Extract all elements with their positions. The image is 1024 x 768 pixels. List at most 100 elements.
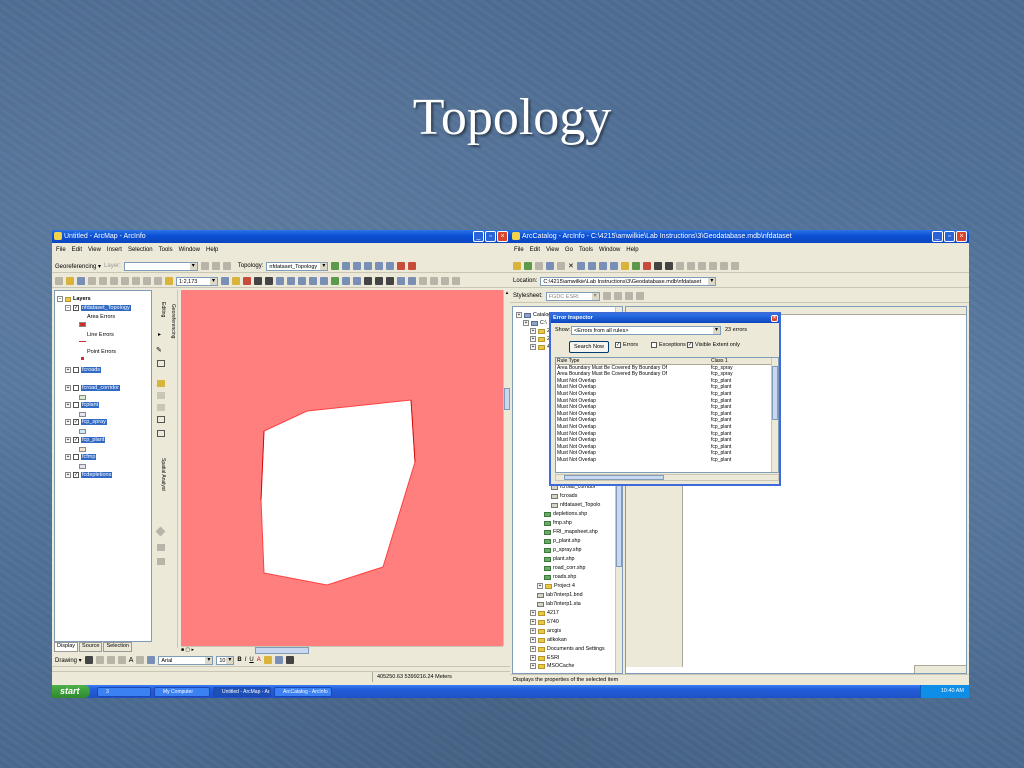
identify-icon[interactable] [386, 277, 394, 285]
maximize-icon[interactable]: ▫ [944, 231, 955, 242]
error-row[interactable]: Must Not Overlap fcp_plant [556, 391, 778, 398]
pan-icon[interactable] [320, 277, 328, 285]
map-horizontal-scrollbar[interactable]: ■ ▢ ▸ [181, 646, 503, 654]
delete-icon[interactable] [132, 277, 140, 285]
minimize-icon[interactable]: _ [932, 231, 943, 242]
bold-icon[interactable]: B [237, 657, 241, 663]
tree-item[interactable]: lab7interp1.bnd [537, 592, 583, 598]
menu-tools[interactable]: Tools [579, 245, 593, 256]
close-icon[interactable]: × [497, 231, 508, 242]
connect-folder-icon[interactable] [524, 262, 532, 270]
map-display[interactable] [181, 290, 503, 646]
toc-layer[interactable]: + fcroad_corridor [65, 385, 120, 391]
tree-item[interactable]: p_plant.shp [544, 538, 580, 544]
expand-icon[interactable]: + [530, 646, 536, 652]
gray-icon[interactable] [155, 526, 166, 537]
layout-view-buttons[interactable]: ■ ▢ ▸ [181, 647, 203, 654]
expand-icon[interactable]: + [530, 610, 536, 616]
error-row[interactable]: Must Not Overlap fcp_plant [556, 378, 778, 385]
error-row[interactable]: Must Not Overlap fcp_plant [556, 431, 778, 438]
font-combo[interactable]: Arial [158, 655, 214, 665]
edit-metadata-icon[interactable] [602, 292, 611, 300]
error-row[interactable]: Must Not Overlap fcp_plant [556, 457, 778, 464]
model-builder-icon[interactable] [653, 262, 662, 270]
layer-combo[interactable] [123, 261, 198, 271]
menu-help[interactable]: Help [626, 245, 638, 256]
forward-extent-icon[interactable] [353, 277, 361, 285]
menu-selection[interactable]: Selection [128, 245, 153, 256]
selected-polygon[interactable] [260, 399, 416, 586]
tab-display[interactable]: Display [54, 642, 79, 652]
error-row[interactable]: Area Boundary Must Be Covered By Boundar… [556, 365, 778, 372]
paste-icon[interactable] [557, 262, 565, 270]
task-arccatalog[interactable]: ArcCatalog - ArcInfo ... [274, 686, 332, 697]
scroll-thumb[interactable] [772, 366, 778, 420]
tree-item[interactable]: depletions.shp [544, 511, 587, 517]
add-control-points-icon[interactable] [222, 262, 231, 270]
error-row[interactable]: Must Not Overlap fcp_plant [556, 411, 778, 418]
expand-icon[interactable]: + [530, 344, 536, 350]
menu-window[interactable]: Window [179, 245, 200, 256]
tree-item[interactable]: + Documents and Settings [530, 646, 605, 652]
map-vertical-scrollbar[interactable]: ▴ [503, 290, 510, 646]
stylesheet-combo[interactable]: FGDC ESRI [545, 291, 600, 301]
collapse-icon[interactable]: − [57, 296, 63, 302]
tree-item[interactable]: road_corr.shp [544, 565, 585, 571]
import-metadata-icon[interactable] [624, 292, 633, 300]
zoom-in-icon[interactable] [675, 262, 684, 270]
georeferencing-menu[interactable]: Georeferencing ▾ [55, 263, 101, 270]
italic-icon[interactable]: I [245, 657, 247, 663]
visible-extent-option[interactable]: ✓ Visible Extent only [687, 342, 740, 348]
tree-item[interactable]: + arcgis [530, 628, 561, 634]
font-color-icon[interactable]: A [257, 657, 261, 663]
open-icon[interactable] [66, 277, 74, 285]
whats-this-icon[interactable] [265, 277, 273, 285]
tree-item[interactable]: +5740 [530, 619, 559, 625]
select-elements-icon[interactable] [375, 277, 383, 285]
tab-selection[interactable]: Selection [103, 642, 133, 652]
error-inspector-titlebar[interactable]: Error Inspector × [551, 314, 779, 323]
topology-edit-icon[interactable] [353, 262, 362, 270]
expand-icon[interactable]: + [65, 437, 71, 443]
redo-icon[interactable] [154, 277, 162, 285]
error-row[interactable]: Must Not Overlap fcp_plant [556, 384, 778, 391]
gray-icon[interactable] [157, 544, 165, 551]
exceptions-checkbox[interactable] [651, 342, 657, 348]
column-header-rule-type[interactable]: Rule Type [556, 358, 710, 364]
menu-edit[interactable]: Edit [530, 245, 540, 256]
scroll-thumb[interactable] [564, 475, 664, 480]
error-row[interactable]: Must Not Overlap fcp_plant [556, 417, 778, 424]
toc-layer[interactable]: + fcroads [65, 367, 102, 373]
task-folder-3[interactable]: 3 [97, 686, 151, 697]
expand-icon[interactable]: + [523, 320, 529, 326]
tree-item[interactable]: p_spray.shp [544, 547, 581, 553]
drawing-menu[interactable]: Drawing ▾ [55, 657, 82, 664]
toc-layer[interactable]: + ✓ fcp_plant [65, 437, 106, 443]
menu-file[interactable]: File [56, 245, 66, 256]
tree-item[interactable]: plant.shp [544, 556, 575, 562]
tree-item[interactable]: FRI_mapsheet.shp [544, 529, 598, 535]
arccatalog-icon[interactable] [243, 277, 251, 285]
thumbnails-icon[interactable] [609, 262, 618, 270]
task-arcmap[interactable]: Untitled - ArcMap - Ar... [213, 686, 271, 697]
error-inspector-icon[interactable] [397, 262, 406, 270]
menu-insert[interactable]: Insert [107, 245, 122, 256]
close-icon[interactable]: × [956, 231, 967, 242]
tab-source[interactable]: Source [79, 642, 103, 652]
toc-layer[interactable]: + fcplant [65, 402, 100, 408]
expand-icon[interactable]: + [65, 367, 71, 373]
up-one-level-icon[interactable] [513, 262, 521, 270]
exceptions-option[interactable]: Exceptions [651, 342, 686, 348]
layer-checkbox[interactable] [73, 402, 79, 408]
gray-icon[interactable] [157, 558, 165, 565]
validate-topology-icon[interactable] [331, 262, 340, 270]
full-extent-icon[interactable] [708, 262, 717, 270]
tree-item[interactable]: roads.shp [544, 574, 576, 580]
list-icon[interactable] [587, 262, 596, 270]
menu-help[interactable]: Help [206, 245, 218, 256]
font-size-combo[interactable]: 10 [216, 655, 235, 665]
tree-item[interactable]: + Project 4 [537, 583, 575, 589]
show-combo[interactable]: <Errors from all rules> [571, 326, 721, 335]
location-combo[interactable]: C:\4215\amwilkie\Lab Instructions\3\Geod… [540, 276, 717, 286]
zoom-out-icon[interactable] [686, 262, 695, 270]
